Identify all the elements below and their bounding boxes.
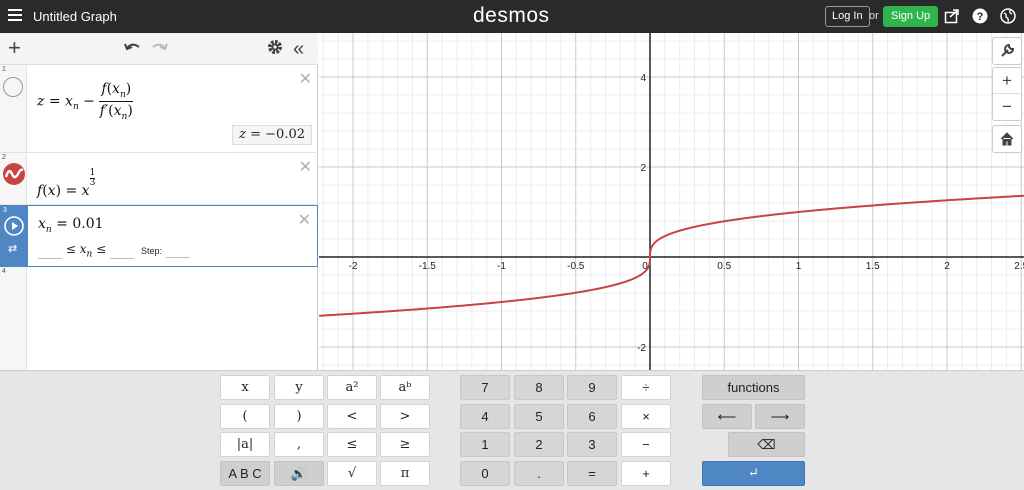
menu-icon[interactable] [8,9,22,23]
numkey-2-1[interactable]: 2 [514,432,564,457]
graph-canvas[interactable]: -2-1.5-1-0.500.511.522.542-2 [319,33,1024,370]
slider-definition: xn = 0.01 [38,216,104,235]
graph-paper[interactable]: -2-1.5-1-0.500.511.522.542-2 [319,33,1024,370]
key-0-3[interactable]: aᵇ [380,375,430,400]
numkey-2-3[interactable]: − [621,432,671,457]
numkey-2-2[interactable]: 3 [567,432,617,457]
redo-icon[interactable] [150,39,168,59]
zoom-out-icon[interactable]: − [993,94,1021,120]
key-2-1[interactable]: , [274,432,324,457]
key-0-2[interactable]: a² [327,375,377,400]
expression-3-tab[interactable]: 3 ⇄ [1,206,28,266]
top-bar: Untitled Graph desmos Log In or Sign Up … [0,0,1024,33]
collapse-panel-icon[interactable]: « [293,39,304,59]
globe-icon[interactable] [1000,8,1016,24]
key-1-1[interactable]: ) [274,404,324,429]
numkey-2-0[interactable]: 1 [460,432,510,457]
login-button[interactable]: Log In [825,6,870,27]
numkey-1-2[interactable]: 6 [567,404,617,429]
add-item-icon[interactable]: + [8,37,21,59]
y-tick-label: 2 [640,163,646,174]
slider-bounds: ≤ xn ≤ [38,242,134,260]
functions-menu-button[interactable]: functions [702,375,805,400]
graph-color-icon[interactable] [3,163,25,190]
expression-1-tab[interactable]: 1 [0,65,27,152]
home-view-icon[interactable] [992,125,1022,153]
key-3-2[interactable]: √ [327,461,377,486]
slider-step-label: Step: [141,246,163,256]
x-tick-label: 0.5 [717,261,731,272]
numkey-1-1[interactable]: 5 [514,404,564,429]
undo-icon[interactable] [124,39,142,59]
numkey-3-1[interactable]: . [514,461,564,486]
graph-title[interactable]: Untitled Graph [33,9,117,24]
y-tick-label: 4 [640,73,646,84]
svg-text:?: ? [977,11,984,23]
cube-root-curve[interactable] [319,194,1024,317]
key-3-3[interactable]: π [380,461,430,486]
numkey-3-0[interactable]: 0 [460,461,510,486]
numkey-0-0[interactable]: 7 [460,375,510,400]
key-3-0[interactable]: A B C [220,461,270,486]
zoom-controls: + − [992,67,1022,121]
x-tick-label: 1 [796,261,802,272]
expression-toolbar: + « [0,33,318,65]
expression-4-tab[interactable]: 4 [0,267,27,370]
x-tick-label: 2.5 [1014,261,1024,272]
slider-step-field[interactable] [166,246,190,258]
numkey-3-2[interactable]: = [567,461,617,486]
or-text: or [869,10,879,22]
math-keypad: x y a² aᵇ () < > |a|, ≤ ≥ A B C 🔊 √ π 7 8 9 ÷ 4 5 6 × 1 2 3− 0. = +… [0,370,1024,490]
x-tick-label: -2 [349,261,358,272]
x-tick-label: -0.5 [567,261,585,272]
key-0-1[interactable]: y [274,375,324,400]
x-tick-label: 2 [944,261,950,272]
key-0-0[interactable]: x [220,375,270,400]
expression-1[interactable]: 1 z = xn − f(xn) f′(xn) ✕ z = −0.02 [0,65,318,153]
expression-panel: + « 1 z = xn − f(xn) f′(xn) ✕ z = −0.02 [0,33,318,403]
delete-expression-3-icon[interactable]: ✕ [298,210,311,230]
cursor-left-button[interactable]: ⟵ [702,404,752,429]
key-2-3[interactable]: ≥ [380,432,430,457]
hidden-toggle-icon[interactable] [3,77,23,97]
enter-button[interactable]: ↵ [702,461,805,486]
newton-formula: z = xn − f(xn) f′(xn) [37,81,134,122]
signup-button[interactable]: Sign Up [883,6,939,27]
loop-mode-icon[interactable]: ⇄ [8,242,17,255]
key-3-1[interactable]: 🔊 [274,461,324,486]
expression-3[interactable]: 3 ⇄ xn = 0.01 ≤ xn ≤ Step: ✕ [0,205,318,267]
play-slider-icon[interactable] [4,216,24,241]
numkey-0-2[interactable]: 9 [567,375,617,400]
cube-root-function: f(x) = x13 [37,168,96,199]
cursor-right-button[interactable]: ⟶ [755,404,805,429]
numkey-3-3[interactable]: + [621,461,671,486]
zoom-in-icon[interactable]: + [993,68,1021,94]
key-1-3[interactable]: > [380,404,430,429]
key-1-2[interactable]: < [327,404,377,429]
numkey-0-1[interactable]: 8 [514,375,564,400]
expression-2[interactable]: 2 f(x) = x13 ✕ [0,153,318,205]
y-tick-label: -2 [637,343,646,354]
delete-expression-1-icon[interactable]: ✕ [299,69,312,89]
key-2-0[interactable]: |a| [220,432,270,457]
numkey-0-3[interactable]: ÷ [621,375,671,400]
key-2-2[interactable]: ≤ [327,432,377,457]
numkey-1-0[interactable]: 4 [460,404,510,429]
desmos-logo: desmos [473,4,550,27]
slider-min-field[interactable] [38,247,62,260]
numkey-1-3[interactable]: × [621,404,671,429]
share-icon[interactable] [944,8,960,24]
settings-gear-icon[interactable] [267,39,283,59]
x-tick-label: 1.5 [866,261,880,272]
key-1-0[interactable]: ( [220,404,270,429]
delete-expression-2-icon[interactable]: ✕ [299,157,312,177]
backspace-button[interactable]: ⌫ [728,432,805,457]
x-tick-label: -1.5 [419,261,437,272]
evaluation-result: z = −0.02 [232,125,312,145]
slider-max-field[interactable] [109,247,134,260]
help-icon[interactable]: ? [972,8,988,24]
graph-settings-wrench-icon[interactable] [992,37,1022,65]
x-tick-label: -1 [497,261,506,272]
expression-2-tab[interactable]: 2 [0,153,27,204]
